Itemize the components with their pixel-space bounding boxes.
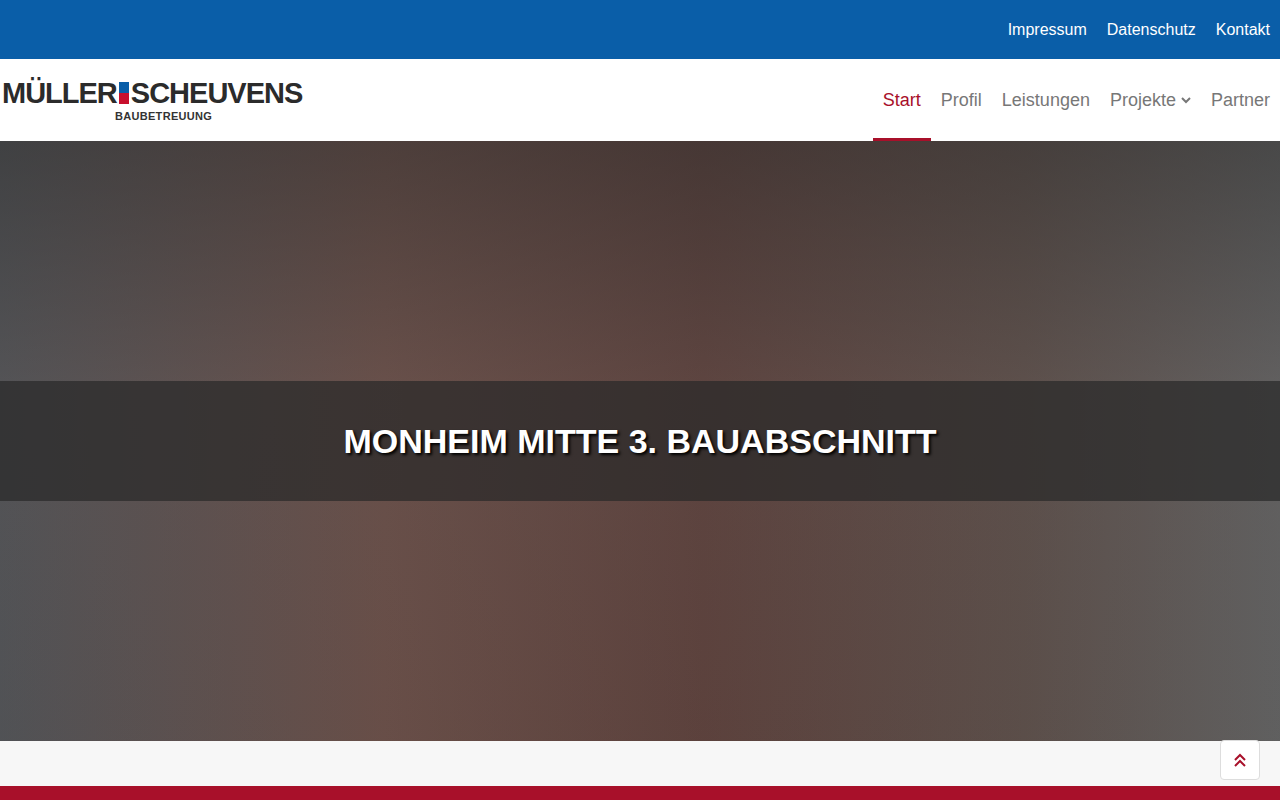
nav-item[interactable]: Leistungen	[992, 59, 1100, 141]
chevron-down-icon	[1181, 96, 1191, 104]
header: MÜLLER SCHEUVENS BAUBETREUUNG Start Prof…	[0, 59, 1280, 141]
hero-band: MONHEIM MITTE 3. BAUABSCHNITT	[0, 381, 1280, 501]
hero: MONHEIM MITTE 3. BAUABSCHNITT	[0, 141, 1280, 741]
logo[interactable]: MÜLLER SCHEUVENS BAUBETREUUNG	[0, 79, 302, 122]
nav-item[interactable]: Start	[873, 59, 931, 141]
red-bar	[0, 786, 1280, 800]
nav-item[interactable]: Partner	[1201, 59, 1270, 141]
top-link[interactable]: Impressum	[1008, 21, 1087, 39]
top-bar: Impressum Datenschutz Kontakt	[0, 0, 1280, 59]
double-chevron-up-icon	[1232, 752, 1248, 768]
nav-item[interactable]: Projekte	[1100, 59, 1201, 141]
top-link[interactable]: Datenschutz	[1107, 21, 1196, 39]
logo-square-icon	[119, 82, 129, 104]
main-nav: Start Profil Leistungen Projekte Partner	[873, 59, 1270, 141]
scroll-top-button[interactable]	[1220, 740, 1260, 780]
nav-item[interactable]: Profil	[931, 59, 992, 141]
logo-right: SCHEUVENS	[131, 79, 303, 108]
hero-title: MONHEIM MITTE 3. BAUABSCHNITT	[343, 422, 936, 461]
page: Impressum Datenschutz Kontakt MÜLLER SCHEU…	[0, 0, 1280, 800]
top-link[interactable]: Kontakt	[1216, 21, 1270, 39]
logo-left: MÜLLER	[2, 79, 117, 108]
logo-sub: BAUBETREUUNG	[115, 110, 212, 122]
grey-strip	[0, 741, 1280, 786]
